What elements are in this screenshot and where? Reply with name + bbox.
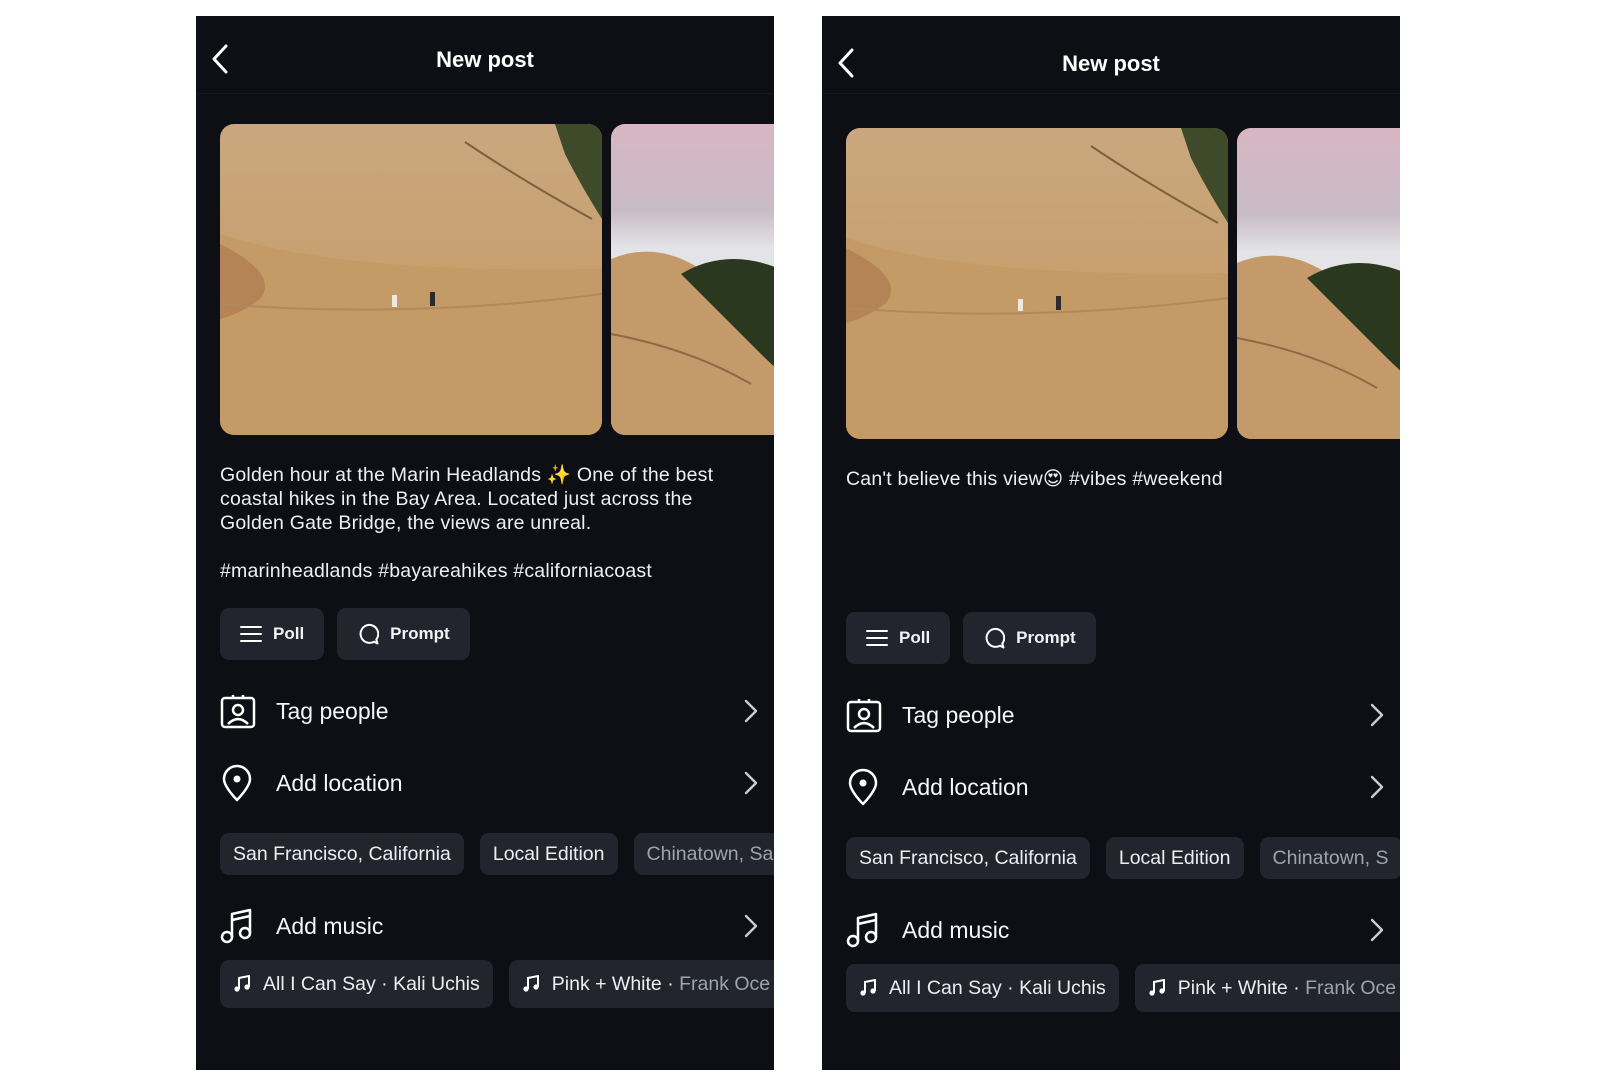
list-lines-icon bbox=[240, 626, 262, 642]
poll-button[interactable]: Poll bbox=[846, 612, 951, 664]
list-lines-icon bbox=[866, 630, 888, 646]
add-music-row[interactable]: Add music bbox=[220, 898, 766, 954]
add-music-row[interactable]: Add music bbox=[846, 902, 1392, 958]
poll-button[interactable]: Poll bbox=[220, 608, 325, 660]
song-title: All I Can Say bbox=[263, 972, 376, 995]
photo-hillside-hikers[interactable] bbox=[220, 124, 602, 435]
location-suggestion[interactable]: Chinatown, S bbox=[1259, 837, 1400, 879]
location-suggestions: San Francisco, California Local Edition … bbox=[220, 833, 774, 875]
music-suggestion[interactable]: Pink + White · Frank Oce bbox=[508, 960, 774, 1008]
music-note-icon bbox=[860, 979, 876, 996]
tag-people-row[interactable]: Tag people bbox=[846, 687, 1392, 743]
add-location-row[interactable]: Add location bbox=[220, 755, 766, 811]
post-options: Poll Prompt bbox=[220, 608, 470, 660]
add-location-label: Add location bbox=[902, 773, 1029, 800]
map-pin-icon bbox=[220, 763, 260, 803]
tag-people-label: Tag people bbox=[276, 697, 389, 724]
photo-fog-ridge[interactable] bbox=[611, 124, 774, 435]
location-suggestion[interactable]: San Francisco, California bbox=[220, 833, 464, 875]
new-post-screen-caption-long: New post Golden hour at the Marin Headla… bbox=[196, 16, 774, 1070]
prompt-button[interactable]: Prompt bbox=[963, 612, 1096, 664]
header: New post bbox=[196, 16, 774, 94]
caption-body: Can't believe this view😍 #vibes #weekend bbox=[846, 468, 1223, 490]
song-title: Pink + White bbox=[1177, 976, 1288, 999]
poll-label: Poll bbox=[899, 628, 931, 647]
add-music-label: Add music bbox=[276, 912, 384, 939]
prompt-label: Prompt bbox=[1016, 628, 1076, 647]
music-note-icon bbox=[1149, 979, 1165, 996]
photo-carousel[interactable] bbox=[846, 128, 1400, 439]
song-title: All I Can Say bbox=[889, 976, 1002, 999]
tag-people-label: Tag people bbox=[902, 701, 1015, 728]
music-note-icon bbox=[220, 906, 260, 946]
chevron-right-icon bbox=[1370, 775, 1384, 799]
location-suggestion[interactable]: Local Edition bbox=[479, 833, 618, 875]
chevron-right-icon bbox=[744, 914, 758, 938]
caption-text[interactable]: Can't believe this view😍 #vibes #weekend bbox=[846, 467, 1386, 491]
song-artist: Kali Uchis bbox=[1019, 976, 1106, 999]
person-portrait-icon bbox=[846, 695, 886, 735]
music-suggestion[interactable]: All I Can Say · Kali Uchis bbox=[846, 964, 1119, 1012]
add-location-row[interactable]: Add location bbox=[846, 759, 1392, 815]
photo-hillside-hikers[interactable] bbox=[846, 128, 1228, 439]
location-suggestion[interactable]: Local Edition bbox=[1105, 837, 1244, 879]
person-portrait-icon bbox=[220, 691, 260, 731]
music-suggestion[interactable]: Pink + White · Frank Oce bbox=[1134, 964, 1400, 1012]
add-music-label: Add music bbox=[902, 916, 1010, 943]
post-options: Poll Prompt bbox=[846, 612, 1096, 664]
new-post-screen-caption-short: New post Can't believe this view😍 #vibes… bbox=[822, 16, 1400, 1070]
chevron-right-icon bbox=[1370, 918, 1384, 942]
caption-body: Golden hour at the Marin Headlands ✨ One… bbox=[220, 464, 714, 534]
map-pin-icon bbox=[846, 767, 886, 807]
prompt-label: Prompt bbox=[390, 624, 450, 643]
caption-text[interactable]: Golden hour at the Marin Headlands ✨ One… bbox=[220, 463, 760, 583]
music-suggestions: All I Can Say · Kali Uchis Pink + White … bbox=[220, 960, 774, 1008]
song-artist: Frank Oce bbox=[679, 972, 771, 995]
photo-carousel[interactable] bbox=[220, 124, 774, 435]
music-note-icon bbox=[846, 910, 886, 950]
tag-people-row[interactable]: Tag people bbox=[220, 683, 766, 739]
add-location-label: Add location bbox=[276, 769, 403, 796]
location-suggestions: San Francisco, California Local Edition … bbox=[846, 837, 1400, 879]
location-suggestion[interactable]: Chinatown, Sa bbox=[633, 833, 774, 875]
page-title: New post bbox=[1062, 51, 1160, 76]
song-title: Pink + White bbox=[551, 972, 662, 995]
speech-bubble-icon bbox=[359, 623, 380, 645]
photo-fog-ridge[interactable] bbox=[1237, 128, 1400, 439]
speech-bubble-icon bbox=[985, 627, 1006, 649]
header: New post bbox=[822, 16, 1400, 94]
song-artist: Frank Oce bbox=[1305, 976, 1397, 999]
music-suggestions: All I Can Say · Kali Uchis Pink + White … bbox=[846, 964, 1400, 1012]
chevron-right-icon bbox=[744, 771, 758, 795]
chevron-right-icon bbox=[1370, 703, 1384, 727]
music-note-icon bbox=[523, 975, 539, 992]
caption-hashtags: #marinheadlands #bayareahikes #californi… bbox=[220, 560, 652, 582]
poll-label: Poll bbox=[273, 624, 305, 643]
song-artist: Kali Uchis bbox=[393, 972, 480, 995]
music-note-icon bbox=[234, 975, 250, 992]
page-title: New post bbox=[436, 47, 534, 72]
location-suggestion[interactable]: San Francisco, California bbox=[846, 837, 1090, 879]
chevron-right-icon bbox=[744, 699, 758, 723]
prompt-button[interactable]: Prompt bbox=[337, 608, 470, 660]
music-suggestion[interactable]: All I Can Say · Kali Uchis bbox=[220, 960, 493, 1008]
